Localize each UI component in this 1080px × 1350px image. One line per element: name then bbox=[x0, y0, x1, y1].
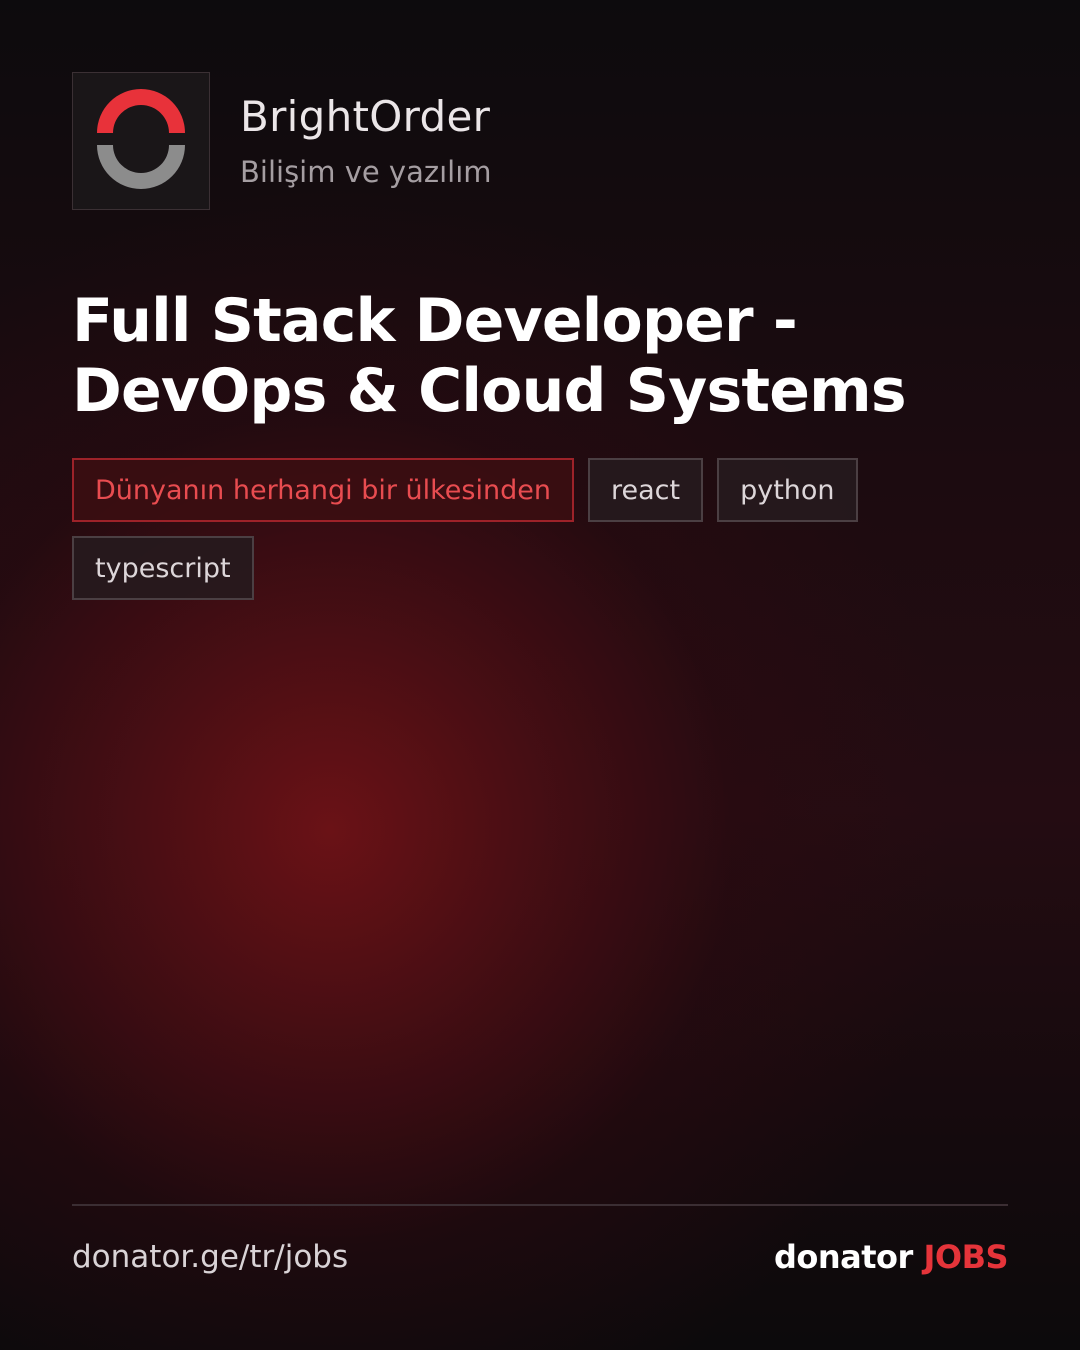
brand-word: donator bbox=[773, 1238, 913, 1276]
job-title: Full Stack Developer - DevOps & Cloud Sy… bbox=[72, 286, 907, 426]
ring-logo-icon bbox=[97, 89, 185, 189]
company-info: BrightOrder Bilişim ve yazılım bbox=[240, 91, 492, 189]
footer-divider bbox=[72, 1204, 1008, 1206]
brand-accent: JOBS bbox=[923, 1238, 1008, 1276]
location-tag: Dünyanın herhangi bir ülkesinden bbox=[72, 458, 574, 522]
tag-list: Dünyanın herhangi bir ülkesinden react p… bbox=[72, 458, 1008, 600]
company-header: BrightOrder Bilişim ve yazılım bbox=[72, 72, 492, 210]
footer-url[interactable]: donator.ge/tr/jobs bbox=[72, 1236, 348, 1278]
skill-tag-typescript: typescript bbox=[72, 536, 254, 600]
skill-tag-python: python bbox=[717, 458, 858, 522]
company-logo bbox=[72, 72, 210, 210]
brand-logo: donator JOBS bbox=[773, 1236, 1009, 1278]
company-category: Bilişim ve yazılım bbox=[240, 154, 492, 189]
skill-tag-react: react bbox=[587, 458, 704, 522]
company-name: BrightOrder bbox=[240, 91, 491, 141]
